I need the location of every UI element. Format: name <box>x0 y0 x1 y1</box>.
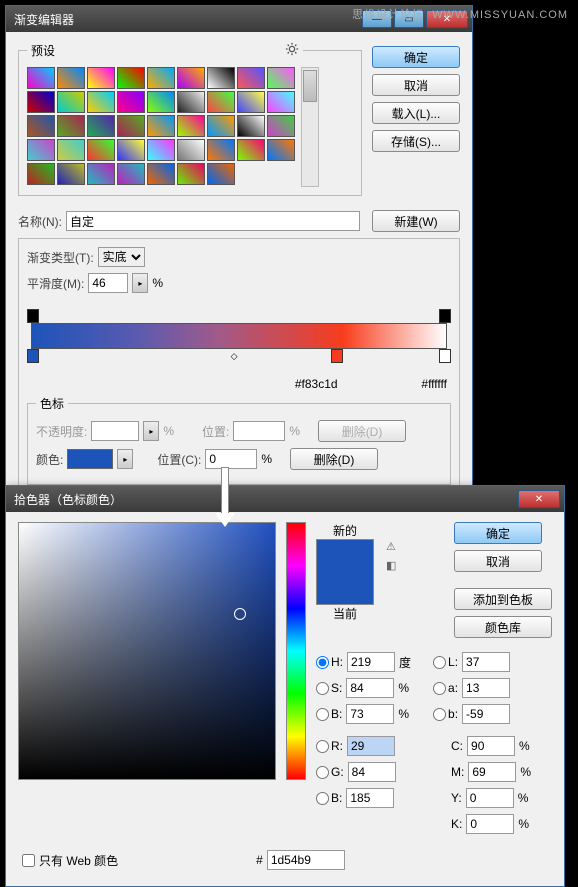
new-label: 新的 <box>316 522 374 539</box>
presets-fieldset: 预设 <box>18 42 362 196</box>
gradient-type-label: 渐变类型(T): <box>27 249 94 266</box>
h-radio[interactable] <box>316 656 329 669</box>
position-input[interactable] <box>205 449 257 469</box>
r-input[interactable] <box>347 736 395 756</box>
y-input[interactable] <box>466 788 514 808</box>
opacity-label: 不透明度: <box>36 423 87 440</box>
gear-icon[interactable] <box>285 42 299 56</box>
gradient-settings: 渐变类型(T): 实底 平滑度(M): ▸ % ◇ <box>18 238 460 502</box>
m-input[interactable] <box>468 762 516 782</box>
picker-ok-button[interactable]: 确定 <box>454 522 542 544</box>
c-input[interactable] <box>467 736 515 756</box>
a-radio[interactable] <box>433 682 446 695</box>
percent-label: % <box>152 276 163 290</box>
b-input[interactable] <box>346 704 394 724</box>
location-label: 位置: <box>202 423 229 440</box>
load-button[interactable]: 载入(L)... <box>372 102 460 124</box>
presets-scrollbar[interactable] <box>301 67 319 187</box>
gradient-bar[interactable] <box>31 323 447 349</box>
stop-red-hex: #f83c1d <box>295 377 338 391</box>
sv-cursor[interactable] <box>234 608 246 620</box>
watermark-site: WWW.MISSYUAN.COM <box>432 9 568 21</box>
picker-titlebar[interactable]: 拾色器（色标颜色） ✕ <box>6 486 564 512</box>
hue-slider[interactable] <box>286 522 306 780</box>
opacity-spinner: ▸ <box>143 421 159 441</box>
h-input[interactable] <box>347 652 395 672</box>
picker-close-button[interactable]: ✕ <box>518 490 560 508</box>
presets-label: 预设 <box>31 44 55 58</box>
web-only-checkbox[interactable] <box>22 854 35 867</box>
color-libs-button[interactable]: 颜色库 <box>454 616 552 638</box>
stops-label: 色标 <box>36 395 68 412</box>
gradient-type-select[interactable]: 实底 <box>98 247 145 267</box>
cube-icon[interactable]: ◧ <box>386 559 396 572</box>
new-button[interactable]: 新建(W) <box>372 210 460 232</box>
picker-cancel-button[interactable]: 取消 <box>454 550 542 572</box>
bb-input[interactable] <box>346 788 394 808</box>
color-preview <box>316 539 374 605</box>
l-radio[interactable] <box>433 656 446 669</box>
color-picker-window: 拾色器（色标颜色） ✕ 新的 当前 ⚠ ◧ <box>5 485 565 887</box>
warning-icon[interactable]: ⚠ <box>386 540 396 553</box>
delete-color-button[interactable]: 删除(D) <box>290 448 378 470</box>
stops-fieldset: 色标 不透明度: ▸ % 位置: % 删除(D) 颜色: ▸ <box>27 395 451 485</box>
ok-button[interactable]: 确定 <box>372 46 460 68</box>
lab-cmyk-column: L: a: b: C:% M:% Y:% K:% <box>433 652 535 840</box>
window-title: 渐变编辑器 <box>14 11 74 28</box>
location-input <box>233 421 285 441</box>
save-button[interactable]: 存储(S)... <box>372 130 460 152</box>
hex-input[interactable] <box>267 850 345 870</box>
s-radio[interactable] <box>316 682 329 695</box>
color-picker-arrow[interactable]: ▸ <box>117 449 133 469</box>
picker-title: 拾色器（色标颜色） <box>14 491 122 508</box>
color-label: 颜色: <box>36 451 63 468</box>
preset-swatches[interactable] <box>27 67 297 187</box>
smoothness-label: 平滑度(M): <box>27 275 84 292</box>
delete-opacity-button: 删除(D) <box>318 420 406 442</box>
g-input[interactable] <box>348 762 396 782</box>
midpoint-icon[interactable]: ◇ <box>231 351 238 362</box>
gradient-preview-area: ◇ #f83c1d #ffffff <box>31 309 447 391</box>
l-input[interactable] <box>462 652 510 672</box>
name-input[interactable] <box>66 211 360 231</box>
add-swatch-button[interactable]: 添加到色板 <box>454 588 552 610</box>
b-radio[interactable] <box>316 708 329 721</box>
hex-label: # <box>256 853 263 867</box>
current-label: 当前 <box>316 605 374 622</box>
gradient-editor-window: 渐变编辑器 — ▭ ✕ 预设 <box>5 5 473 521</box>
smoothness-input[interactable] <box>88 273 128 293</box>
a-input[interactable] <box>462 678 510 698</box>
position-label: 位置(C): <box>157 451 201 468</box>
name-label: 名称(N): <box>18 213 62 230</box>
lab-b-input[interactable] <box>462 704 510 724</box>
web-only-label: 只有 Web 颜色 <box>39 852 118 869</box>
opacity-input <box>91 421 139 441</box>
watermark-forum: 思缘设计论坛 <box>352 9 424 21</box>
cancel-button[interactable]: 取消 <box>372 74 460 96</box>
hsb-rgb-column: H:度 S:% B:% R: G: B: <box>316 652 415 840</box>
g-radio[interactable] <box>316 766 329 779</box>
stop-white-hex: #ffffff <box>421 377 447 391</box>
bb-radio[interactable] <box>316 792 329 805</box>
r-radio[interactable] <box>316 740 329 753</box>
color-swatch[interactable] <box>67 449 113 469</box>
opacity-stops[interactable] <box>31 309 447 323</box>
s-input[interactable] <box>346 678 394 698</box>
lab-b-radio[interactable] <box>433 708 446 721</box>
saturation-value-field[interactable] <box>18 522 276 780</box>
color-stops[interactable]: ◇ <box>31 349 447 363</box>
k-input[interactable] <box>466 814 514 834</box>
smoothness-spinner[interactable]: ▸ <box>132 273 148 293</box>
right-buttons: 确定 取消 载入(L)... 存储(S)... <box>372 42 460 204</box>
annotation-arrow <box>215 467 235 527</box>
